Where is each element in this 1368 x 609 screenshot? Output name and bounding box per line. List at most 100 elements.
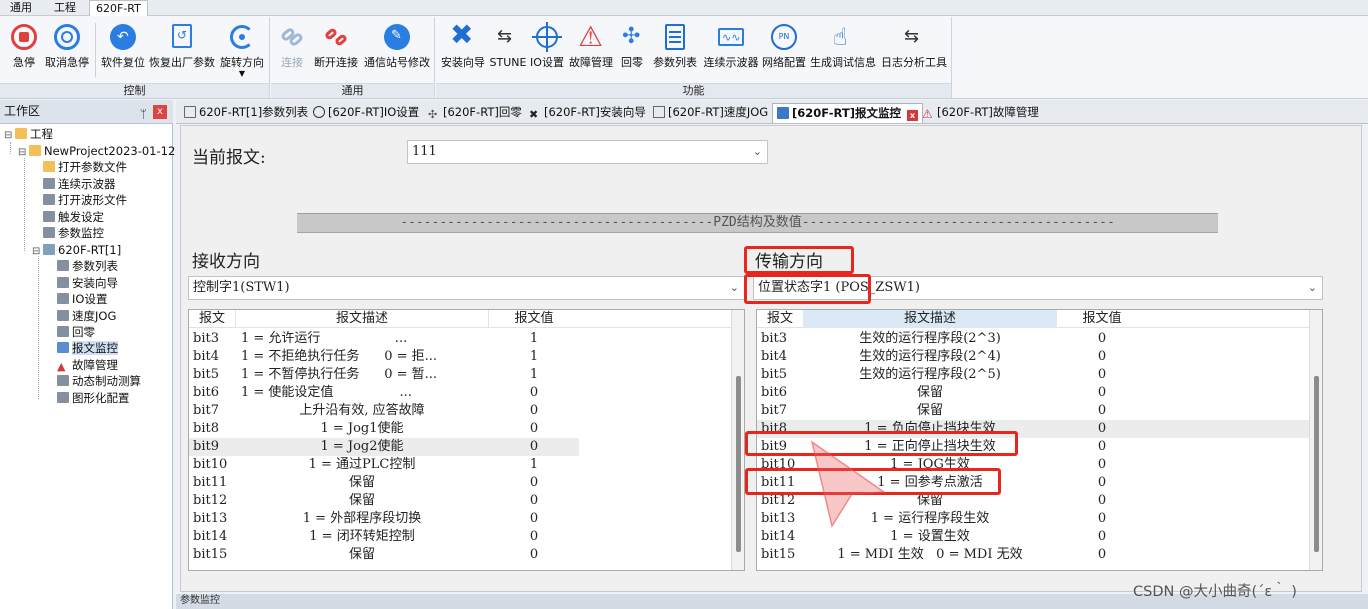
description-cell: 1 = 设置生效	[890, 529, 970, 544]
table-row[interactable]: bit5 生效的运行程序段(2^5) 0	[757, 366, 1309, 384]
tab-parameter-list[interactable]: 620F-RT[1]参数列表	[180, 103, 312, 123]
stune-button[interactable]: ⇆ STUNE	[488, 20, 528, 80]
menu-tab-project[interactable]: 工程	[48, 0, 82, 16]
tree-item-label: 参数监控	[58, 226, 104, 240]
tree-item[interactable]: ⊟ 620F-RT[1]	[32, 242, 121, 258]
table-row[interactable]: bit3 1 = 允许运行 ... 1	[189, 330, 579, 348]
tab-speed-jog[interactable]: [620F-RT]速度JOG	[649, 103, 772, 123]
table-row[interactable]: bit5 1 = 不暂停执行任务 0 = 暂... 1	[189, 366, 579, 384]
workspace-title: 工作区	[4, 104, 41, 118]
tree-item[interactable]: 回零	[46, 324, 95, 340]
description-cell: 1 = Jog2使能	[320, 439, 404, 454]
bit-cell: bit5	[761, 367, 787, 382]
transmit-table-scrollbar[interactable]	[1309, 310, 1322, 570]
table-row[interactable]: bit4 生效的运行程序段(2^4) 0	[757, 348, 1309, 366]
expander-icon[interactable]: ⊟	[4, 128, 15, 144]
bit-cell: bit10	[193, 457, 228, 472]
tree-item[interactable]: 参数列表	[46, 258, 118, 274]
generate-debug-info-button[interactable]: ☝ 生成调试信息	[808, 20, 878, 80]
network-config-button[interactable]: PN 网络配置	[761, 20, 807, 80]
pin-icon[interactable]: ᛘ	[140, 103, 147, 126]
fault-management-button[interactable]: ⚠ 故障管理	[567, 20, 615, 80]
table-row[interactable]: bit14 1 = 闭环转矩控制 0	[189, 528, 579, 546]
description-cell: 1 = MDI 生效 0 = MDI 无效	[837, 547, 1023, 562]
table-row[interactable]: bit10 1 = 通过PLC控制 1	[189, 456, 579, 474]
disconnect-button[interactable]: 断开连接	[311, 20, 361, 80]
factory-reset-icon: ↺	[167, 22, 197, 52]
table-row[interactable]: bit3 生效的运行程序段(2^3) 0	[757, 330, 1309, 348]
tree-item[interactable]: 连续示波器	[32, 176, 116, 192]
expander-icon[interactable]: ⊟	[18, 145, 29, 161]
homing-button[interactable]: ✣ 回零	[616, 20, 648, 80]
tree-item[interactable]: 触发设定	[32, 209, 104, 225]
table-row[interactable]: bit15 1 = MDI 生效 0 = MDI 无效 0	[757, 546, 1309, 564]
rotation-direction-button[interactable]: 旋转方向 ▼	[217, 20, 267, 80]
table-row[interactable]: bit6 保留 0	[757, 384, 1309, 402]
tree-item[interactable]: 打开参数文件	[32, 159, 127, 175]
ribbon-group-control: 急停 取消急停 ↶ 软件复位 ↺ 恢复出厂参数 旋转方向 ▼ 控制	[0, 17, 270, 98]
tree-item[interactable]: ▲ 故障管理	[46, 357, 118, 373]
receive-word-select[interactable]: 控制字1(STW1) ⌄	[188, 276, 745, 300]
table-row[interactable]: bit7 上升沿有效, 应答故障 0	[189, 402, 579, 420]
install-wizard-button[interactable]: ✖ 安装向导	[440, 20, 486, 80]
table-row[interactable]: bit9 1 = Jog2使能 0	[189, 438, 579, 456]
tree-item[interactable]: ⊟ 工程	[4, 126, 53, 142]
tab-fault-management[interactable]: ⚠ [620F-RT]故障管理	[918, 103, 1043, 123]
tree-item-label: 触发设定	[58, 210, 104, 224]
tree-item[interactable]: 打开波形文件	[32, 192, 127, 208]
tab-install-wizard[interactable]: ✖ [620F-RT]安装向导	[525, 103, 650, 123]
tree-item[interactable]: 参数监控	[32, 225, 104, 241]
tab-telegram-monitor[interactable]: [620F-RT]报文监控 x	[772, 103, 923, 123]
tree-item[interactable]: 安装向导	[46, 275, 118, 291]
bit-cell: bit7	[761, 403, 787, 418]
tree-item-label: 620F-RT[1]	[58, 243, 122, 257]
parameter-list-button[interactable]: 参数列表	[650, 20, 700, 80]
table-row[interactable]: bit6 1 = 使能设定值 ... 0	[189, 384, 579, 402]
log-analysis-tool-button[interactable]: ⇆ 日志分析工具	[879, 20, 949, 80]
emergency-stop-button[interactable]: 急停	[6, 20, 42, 80]
annotation-box-status-word	[744, 274, 871, 304]
table-row[interactable]: bit13 1 = 外部程序段切换 0	[189, 510, 579, 528]
ribbon-group-title: 控制	[0, 83, 269, 98]
table-row[interactable]: bit12 保留 0	[189, 492, 579, 510]
jog-icon	[57, 310, 69, 321]
factory-reset-button[interactable]: ↺ 恢复出厂参数	[148, 20, 216, 80]
menu-bar: 通用 工程 620F-RT	[0, 0, 1368, 16]
menu-tab-general[interactable]: 通用	[4, 0, 38, 16]
tab-homing[interactable]: ✣ [620F-RT]回零	[424, 103, 526, 123]
tree-item[interactable]: ⊟ NewProject2023-01-12	[18, 143, 175, 159]
connect-button[interactable]: 连接	[277, 20, 307, 80]
tree-item[interactable]: 动态制动测算	[46, 373, 141, 389]
chevron-down-icon[interactable]: ▼	[217, 69, 267, 78]
software-reset-button[interactable]: ↶ 软件复位	[99, 20, 147, 80]
table-row[interactable]: bit7 保留 0	[757, 402, 1309, 420]
close-icon[interactable]: x	[906, 110, 918, 121]
io-settings-button[interactable]: IO设置	[528, 20, 566, 80]
edit-icon: ✎	[382, 22, 412, 52]
network-icon: PN	[769, 22, 799, 52]
receive-table-scrollbar[interactable]	[731, 310, 744, 570]
tree-item[interactable]: 报文监控	[46, 340, 118, 356]
tree-item-label: 安装向导	[72, 276, 118, 290]
ribbon: 急停 取消急停 ↶ 软件复位 ↺ 恢复出厂参数 旋转方向 ▼ 控制 连接 断开连…	[0, 16, 1368, 99]
value-cell: 0	[1097, 403, 1107, 418]
tree-item[interactable]: IO设置	[46, 291, 107, 307]
close-icon[interactable]: x	[153, 105, 167, 119]
continuous-oscilloscope-button[interactable]: ∿∿ 连续示波器	[702, 20, 760, 80]
station-number-edit-button[interactable]: ✎ 通信站号修改	[363, 20, 431, 80]
bit-cell: bit9	[193, 439, 219, 454]
expander-icon[interactable]: ⊟	[32, 244, 43, 260]
tab-io-settings[interactable]: [620F-RT]IO设置	[309, 103, 423, 123]
tree-item[interactable]: 图形化配置	[46, 390, 130, 406]
table-row[interactable]: bit14 1 = 设置生效 0	[757, 528, 1309, 546]
table-row[interactable]: bit11 保留 0	[189, 474, 579, 492]
table-row[interactable]: bit8 1 = Jog1使能 0	[189, 420, 579, 438]
tree-item[interactable]: 速度JOG	[46, 308, 116, 324]
folder-icon	[43, 161, 55, 172]
cancel-emergency-stop-button[interactable]: 取消急停	[43, 20, 91, 80]
menu-tab-620f-rt[interactable]: 620F-RT	[89, 0, 148, 16]
table-row[interactable]: bit15 保留 0	[189, 546, 579, 564]
current-telegram-select[interactable]: 111 ⌄	[407, 140, 768, 164]
brake-icon	[57, 375, 69, 386]
table-row[interactable]: bit4 1 = 不拒绝执行任务 0 = 拒... 1	[189, 348, 579, 366]
